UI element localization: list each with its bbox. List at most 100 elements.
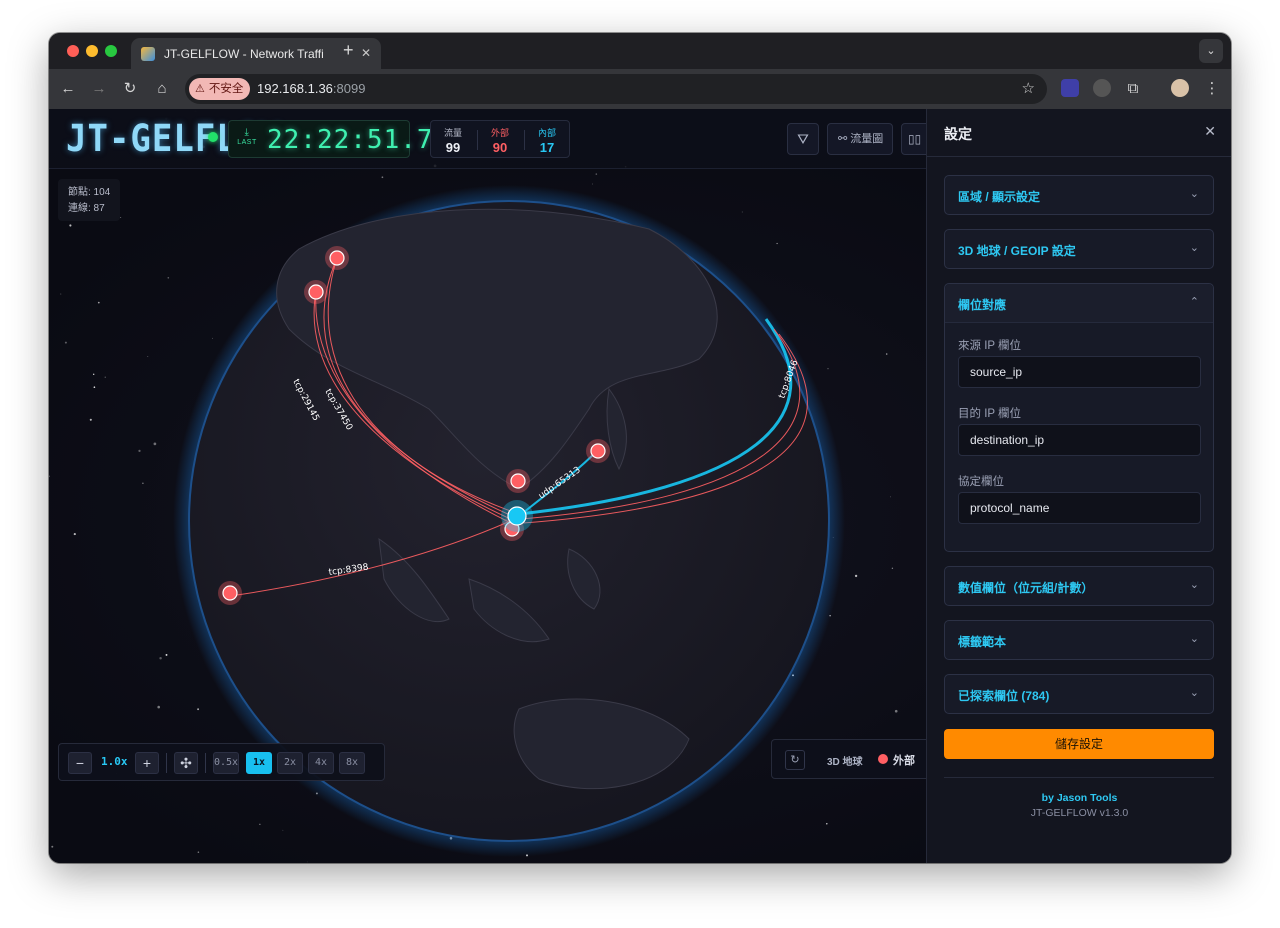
stat-internal-label: 內部 [537,128,556,138]
chevron-up-icon: ⌃ [1189,296,1199,308]
live-status-dot [208,132,218,142]
section-label: 標籤範本 [958,635,1007,649]
traffic-node[interactable] [507,506,527,526]
protocol-field[interactable] [958,492,1201,524]
stat-internal: 內部 17 [525,126,569,155]
fit-view-button[interactable]: ✣ [174,752,198,774]
traffic-node[interactable] [329,250,345,266]
speed-button-1x[interactable]: 1x [246,752,272,774]
browser-menu-icon[interactable]: ⋮ [1202,79,1222,99]
close-settings-icon[interactable]: ✕ [1204,123,1216,140]
credit-text: by Jason Tools [1041,792,1118,804]
chevron-down-icon: ⌄ [1189,633,1199,645]
external-legend-label[interactable]: 外部 [893,752,915,768]
speed-button-8x[interactable]: 8x [339,752,365,774]
settings-header: 設定 ✕ [927,109,1231,157]
globe-mode-label[interactable]: 3D 地球 [827,753,863,768]
extension-icon[interactable] [1061,79,1079,97]
legend-bar: ↻ 3D 地球 外部 [771,739,931,779]
tab-strip: JT-GELFLOW - Network Traffic ✕ + ⌄ [49,33,1231,69]
last-text: LAST [237,139,257,146]
stat-external-value: 90 [492,140,508,155]
stat-flow-label: 流量 [443,128,462,138]
source-ip-field[interactable] [958,356,1201,388]
node-count: 節點: 104 [68,187,111,198]
reload-icon[interactable]: ↻ [120,79,140,99]
destination-ip-field[interactable] [958,424,1201,456]
section-discovered-fields[interactable]: 已探索欄位 (784) ⌄ [944,674,1214,714]
last-label: ⤓ LAST [236,127,258,146]
stat-internal-value: 17 [539,140,555,155]
section-field-mapping-header[interactable]: 欄位對應 ⌃ [945,284,1213,323]
section-label: 3D 地球 / GEOIP 設定 [958,244,1076,258]
url-port: :8099 [332,81,366,96]
section-label: 已探索欄位 (784) [958,689,1050,703]
speed-button-4x[interactable]: 4x [308,752,334,774]
extension-badge-icon[interactable] [1093,79,1111,97]
stat-external: 外部 90 [478,126,522,155]
tab-search-chevron-icon[interactable]: ⌄ [1199,39,1223,63]
traffic-node[interactable] [308,284,324,300]
forward-icon[interactable]: → [89,79,109,99]
section-field-mapping: 欄位對應 ⌃ 來源 IP 欄位 目的 IP 欄位 協定欄位 [944,283,1214,552]
traffic-node[interactable] [510,473,526,489]
stat-flow: 流量 99 [431,126,475,155]
flow-graph-button[interactable]: ⚯ 流量圖 [827,123,893,155]
warning-icon: ⚠ [195,83,205,95]
profile-avatar[interactable] [1171,79,1189,97]
traffic-node[interactable] [222,585,238,601]
new-tab-icon[interactable]: + [343,40,354,61]
chevron-down-icon: ⌄ [1189,242,1199,254]
home-icon[interactable]: ⌂ [152,79,172,99]
version-text: JT-GELFLOW v1.3.0 [1030,807,1129,819]
section-globe-geoip[interactable]: 3D 地球 / GEOIP 設定 ⌄ [944,229,1214,269]
filter-icon: ⛛ [797,131,809,147]
zoom-out-button[interactable]: − [68,752,92,774]
zoom-level: 1.0x [101,755,128,768]
favicon-icon [141,46,155,61]
url-host: 192.168.1.36 [257,81,333,96]
section-region-display[interactable]: 區域 / 顯示設定 ⌄ [944,175,1214,215]
link-count: 連線: 87 [68,203,105,214]
control-divider [205,753,206,773]
chevron-down-icon: ⌄ [1189,188,1199,200]
source-ip-label: 來源 IP 欄位 [958,340,1022,352]
back-icon[interactable]: ← [58,79,78,99]
insecure-label: 不安全 [208,83,244,95]
clock-time: 22:22:51.70 [267,125,451,155]
url-text: 192.168.1.36:8099 [257,81,365,96]
chevron-down-icon: ⌄ [1189,687,1199,699]
speed-button-2x[interactable]: 2x [277,752,303,774]
refresh-button[interactable]: ↻ [785,750,805,770]
tab-title: JT-GELFLOW - Network Traffic [164,46,324,61]
minimize-window-button[interactable] [86,45,98,57]
section-label-template[interactable]: 標籤範本 ⌄ [944,620,1214,660]
save-settings-button[interactable]: 儲存設定 [944,729,1214,759]
security-chip[interactable]: ⚠ 不安全 [189,78,251,100]
app-page: tcp:29145 tcp:37450 tcp:8046 tcp:8398 udp:65… [49,109,1231,863]
download-icon: ⤓ [244,127,250,138]
map-icon: ▯▯ [908,132,922,146]
address-bar[interactable]: ⚠ 不安全 192.168.1.36:8099 ☆ [185,74,1047,104]
control-divider [166,753,167,773]
traffic-node[interactable] [590,443,606,459]
last-update-clock: ⤓ LAST 22:22:51.70 [228,120,449,158]
zoom-speed-controls: − 1.0x + ✣ 0.5x 1x 2x 4x 8x [58,743,385,781]
filter-button[interactable]: ⛛ [787,123,819,155]
zoom-in-button[interactable]: + [135,752,159,774]
graph-icon: ⚯ [838,133,848,145]
browser-window: JT-GELFLOW - Network Traffic ✕ + ⌄ ← → ↻… [49,33,1231,863]
bookmark-star-icon[interactable]: ☆ [1022,79,1035,97]
collapse-arrows-icon: ✣ [180,755,192,771]
close-window-button[interactable] [67,45,79,57]
refresh-icon: ↻ [790,754,800,766]
external-legend-dot [878,754,888,764]
puzzle-extensions-icon[interactable]: ⧉ [1123,79,1143,99]
zoom-window-button[interactable] [105,45,117,57]
section-label: 欄位對應 [958,298,1007,312]
speed-button-0-5x[interactable]: 0.5x [213,752,239,774]
stat-flow-value: 99 [445,140,461,155]
section-value-fields[interactable]: 數值欄位（位元組/計數） ⌄ [944,566,1214,606]
browser-toolbar: ← → ↻ ⌂ ⚠ 不安全 192.168.1.36:8099 ☆ ⧉ ⋮ [49,69,1231,109]
tab-close-icon[interactable]: ✕ [361,46,371,60]
